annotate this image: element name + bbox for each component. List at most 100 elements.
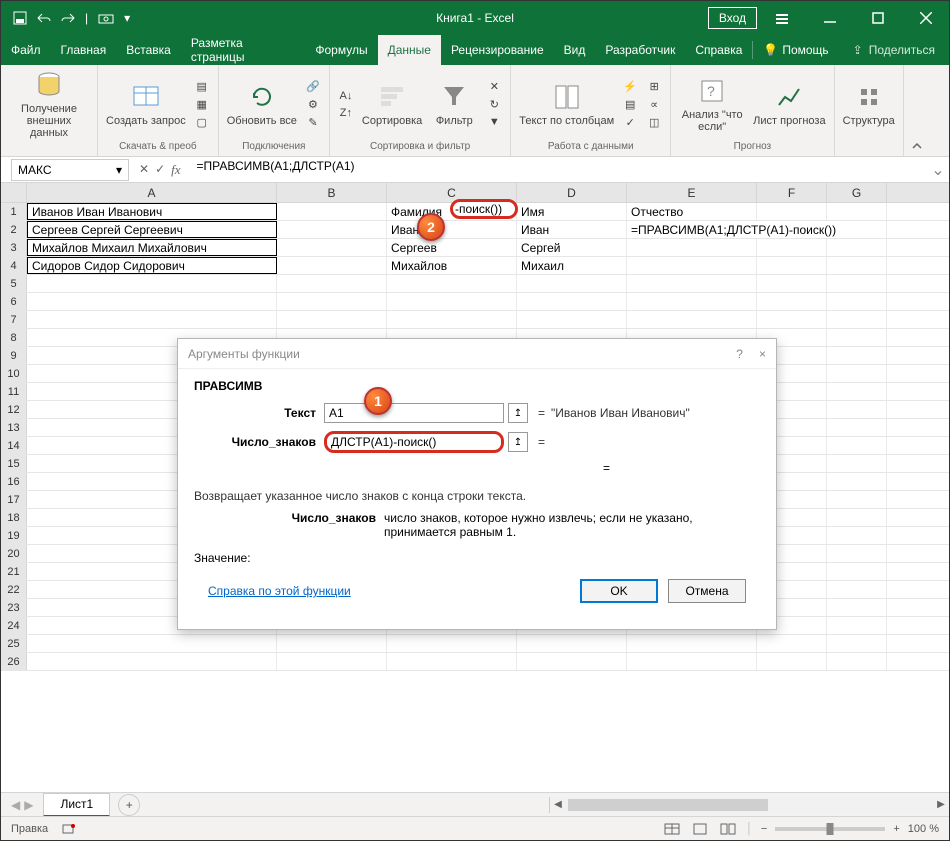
cell-A3[interactable]: Михайлов Михаил Михайлович bbox=[27, 239, 277, 256]
col-header-A[interactable]: A bbox=[27, 183, 277, 202]
sort-asc-button[interactable]: A↓ bbox=[338, 88, 354, 104]
row-header-17[interactable]: 17 bbox=[1, 491, 27, 508]
zoom-slider[interactable] bbox=[775, 827, 885, 831]
row-header-5[interactable]: 5 bbox=[1, 275, 27, 292]
row-header-13[interactable]: 13 bbox=[1, 419, 27, 436]
cell-F1[interactable] bbox=[757, 203, 827, 220]
cell-D2[interactable]: Иван bbox=[517, 221, 627, 238]
remove-dups-button[interactable]: ▤ bbox=[622, 96, 638, 112]
cancel-formula-button[interactable]: ✕ bbox=[139, 162, 149, 178]
row-header-21[interactable]: 21 bbox=[1, 563, 27, 580]
row-header-20[interactable]: 20 bbox=[1, 545, 27, 562]
undo-icon[interactable] bbox=[37, 13, 51, 23]
conn-1[interactable]: 🔗 bbox=[305, 78, 321, 94]
minimize-button[interactable] bbox=[807, 1, 853, 35]
cell-A5[interactable] bbox=[27, 275, 277, 292]
row-header-8[interactable]: 8 bbox=[1, 329, 27, 346]
autosave-icon[interactable] bbox=[13, 11, 27, 25]
ribbon-options-button[interactable] bbox=[759, 1, 805, 35]
recent-sources-button[interactable]: ▢ bbox=[194, 114, 210, 130]
view-page-break-button[interactable] bbox=[718, 821, 738, 837]
cell-E2[interactable]: =ПРАВСИМВ(A1;ДЛСТР(A1)-поиск()) bbox=[627, 221, 887, 238]
advanced-button[interactable]: ▼ bbox=[486, 114, 502, 130]
function-help-link[interactable]: Справка по этой функции bbox=[208, 584, 351, 598]
col-header-G[interactable]: G bbox=[827, 183, 887, 202]
name-box[interactable]: МАКС ▾ bbox=[11, 159, 129, 181]
tell-me[interactable]: 💡 Помощь bbox=[753, 35, 838, 65]
col-header-E[interactable]: E bbox=[627, 183, 757, 202]
consolidate-button[interactable]: ⊞ bbox=[646, 78, 662, 94]
add-sheet-button[interactable]: + bbox=[118, 794, 140, 816]
cell-D4[interactable]: Михаил bbox=[517, 257, 627, 274]
sheet-tab-1[interactable]: Лист1 bbox=[43, 793, 110, 817]
cell-B3[interactable] bbox=[277, 239, 387, 256]
maximize-button[interactable] bbox=[855, 1, 901, 35]
cell-D1[interactable]: Имя bbox=[517, 203, 627, 220]
row-header-26[interactable]: 26 bbox=[1, 653, 27, 670]
menu-review[interactable]: Рецензирование bbox=[441, 35, 554, 65]
macro-record-icon[interactable] bbox=[62, 822, 76, 836]
row-header-22[interactable]: 22 bbox=[1, 581, 27, 598]
clear-filter-button[interactable]: ✕ bbox=[486, 78, 502, 94]
menu-formulas[interactable]: Формулы bbox=[305, 35, 377, 65]
menu-home[interactable]: Главная bbox=[51, 35, 117, 65]
row-header-4[interactable]: 4 bbox=[1, 257, 27, 274]
what-if-button[interactable]: ? Анализ "что если" bbox=[679, 75, 745, 133]
sort-button[interactable]: Сортировка bbox=[362, 81, 422, 127]
cancel-button[interactable]: Отмена bbox=[668, 579, 746, 603]
reapply-button[interactable]: ↻ bbox=[486, 96, 502, 112]
dialog-help-button[interactable]: ? bbox=[736, 347, 743, 361]
dialog-close-button[interactable]: × bbox=[759, 347, 766, 361]
cell-E1[interactable]: Отчество bbox=[627, 203, 757, 220]
share-button[interactable]: ⇪ Поделиться bbox=[839, 35, 949, 65]
cell-A1[interactable]: Иванов Иван Иванович bbox=[27, 203, 277, 220]
filter-button[interactable]: Фильтр bbox=[430, 81, 478, 127]
name-box-dropdown[interactable]: ▾ bbox=[116, 163, 122, 177]
show-queries-button[interactable]: ▤ bbox=[194, 78, 210, 94]
refresh-all-button[interactable]: Обновить все bbox=[227, 81, 297, 127]
from-table-button[interactable]: ▦ bbox=[194, 96, 210, 112]
arg1-input[interactable] bbox=[324, 403, 504, 423]
row-header-7[interactable]: 7 bbox=[1, 311, 27, 328]
conn-2[interactable]: ⚙ bbox=[305, 96, 321, 112]
fx-button[interactable]: fx bbox=[171, 162, 180, 178]
redo-icon[interactable] bbox=[61, 13, 75, 23]
arg2-ref-button[interactable]: ↥ bbox=[508, 432, 528, 452]
row-header-24[interactable]: 24 bbox=[1, 617, 27, 634]
ok-button[interactable]: OK bbox=[580, 579, 658, 603]
row-header-14[interactable]: 14 bbox=[1, 437, 27, 454]
menu-developer[interactable]: Разработчик bbox=[595, 35, 685, 65]
menu-file[interactable]: Файл bbox=[1, 35, 51, 65]
row-header-9[interactable]: 9 bbox=[1, 347, 27, 364]
row-header-11[interactable]: 11 bbox=[1, 383, 27, 400]
row-header-15[interactable]: 15 bbox=[1, 455, 27, 472]
row-header-6[interactable]: 6 bbox=[1, 293, 27, 310]
cell-C2[interactable]: Иванов bbox=[387, 221, 517, 238]
get-external-data-button[interactable]: Получение внешних данных bbox=[9, 69, 89, 139]
relationships-button[interactable]: ∝ bbox=[646, 96, 662, 112]
sort-desc-button[interactable]: Z↑ bbox=[338, 105, 354, 121]
data-validation-button[interactable]: ✓ bbox=[622, 114, 638, 130]
menu-insert[interactable]: Вставка bbox=[116, 35, 181, 65]
row-header-3[interactable]: 3 bbox=[1, 239, 27, 256]
cell-G4[interactable] bbox=[827, 257, 887, 274]
col-header-B[interactable]: B bbox=[277, 183, 387, 202]
enter-formula-button[interactable]: ✓ bbox=[155, 162, 165, 178]
flash-fill-button[interactable]: ⚡ bbox=[622, 78, 638, 94]
dialog-titlebar[interactable]: Аргументы функции ? × bbox=[178, 339, 776, 369]
login-button[interactable]: Вход bbox=[708, 7, 757, 29]
col-header-D[interactable]: D bbox=[517, 183, 627, 202]
scroll-right-button[interactable]: ▶ bbox=[933, 799, 949, 810]
qat-dropdown[interactable]: ▾ bbox=[124, 11, 130, 25]
cell-E3[interactable] bbox=[627, 239, 757, 256]
outline-button[interactable]: Структура bbox=[843, 81, 895, 127]
sheet-nav-prev[interactable]: ◀ bbox=[11, 798, 20, 812]
forecast-sheet-button[interactable]: Лист прогноза bbox=[753, 81, 825, 127]
cell-F3[interactable] bbox=[757, 239, 827, 256]
sheet-nav-next[interactable]: ▶ bbox=[24, 798, 33, 812]
row-header-12[interactable]: 12 bbox=[1, 401, 27, 418]
cell-D3[interactable]: Сергей bbox=[517, 239, 627, 256]
select-all-button[interactable] bbox=[1, 183, 27, 202]
camera-icon[interactable] bbox=[98, 12, 114, 24]
row-header-23[interactable]: 23 bbox=[1, 599, 27, 616]
